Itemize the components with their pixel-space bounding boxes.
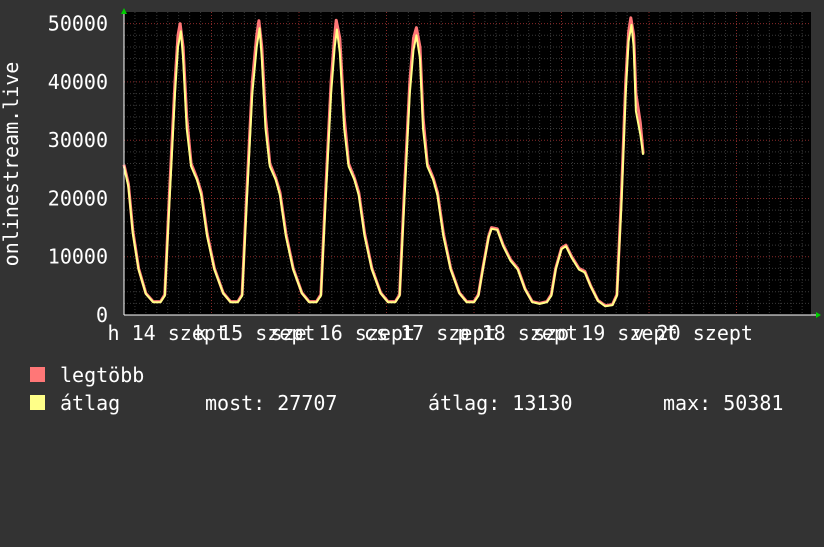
chart-container: 0 10000 20000 30000 40000 50000 h 14 szept k 1… <box>0 0 824 430</box>
y-axis-arrow <box>121 8 127 14</box>
x-axis-arrow <box>816 312 821 318</box>
y-tick-label: 20000 <box>48 186 108 210</box>
plot-area <box>124 12 811 315</box>
legend-swatch-avg <box>30 395 45 410</box>
y-tick-labels: 0 10000 20000 30000 40000 50000 <box>48 12 108 327</box>
y-tick-label: 0 <box>96 303 108 327</box>
x-tick-labels: h 14 szeptk 15 szeptsze 16 szeptcs 17 sz… <box>108 321 753 345</box>
legend-item-max: legtöbb <box>30 364 144 386</box>
stat-max: max: 50381 <box>663 391 784 415</box>
y-axis-label: onlinestream.live <box>0 62 23 267</box>
stat-average: átlag: 13130 <box>428 391 573 415</box>
legend-label-max: legtöbb <box>60 363 145 387</box>
y-tick-label: 50000 <box>48 12 108 36</box>
x-tick-label: v 20 szept <box>633 321 753 345</box>
y-tick-label: 10000 <box>48 245 108 269</box>
legend-item-avg: átlag most: 27707 átlag: 13130 max: 5038… <box>30 392 810 414</box>
stat-current: most: 27707 <box>205 391 338 415</box>
legend-label-avg: átlag <box>60 391 121 415</box>
y-tick-label: 30000 <box>48 128 108 152</box>
y-tick-label: 40000 <box>48 70 108 94</box>
legend-swatch-max <box>30 367 45 382</box>
